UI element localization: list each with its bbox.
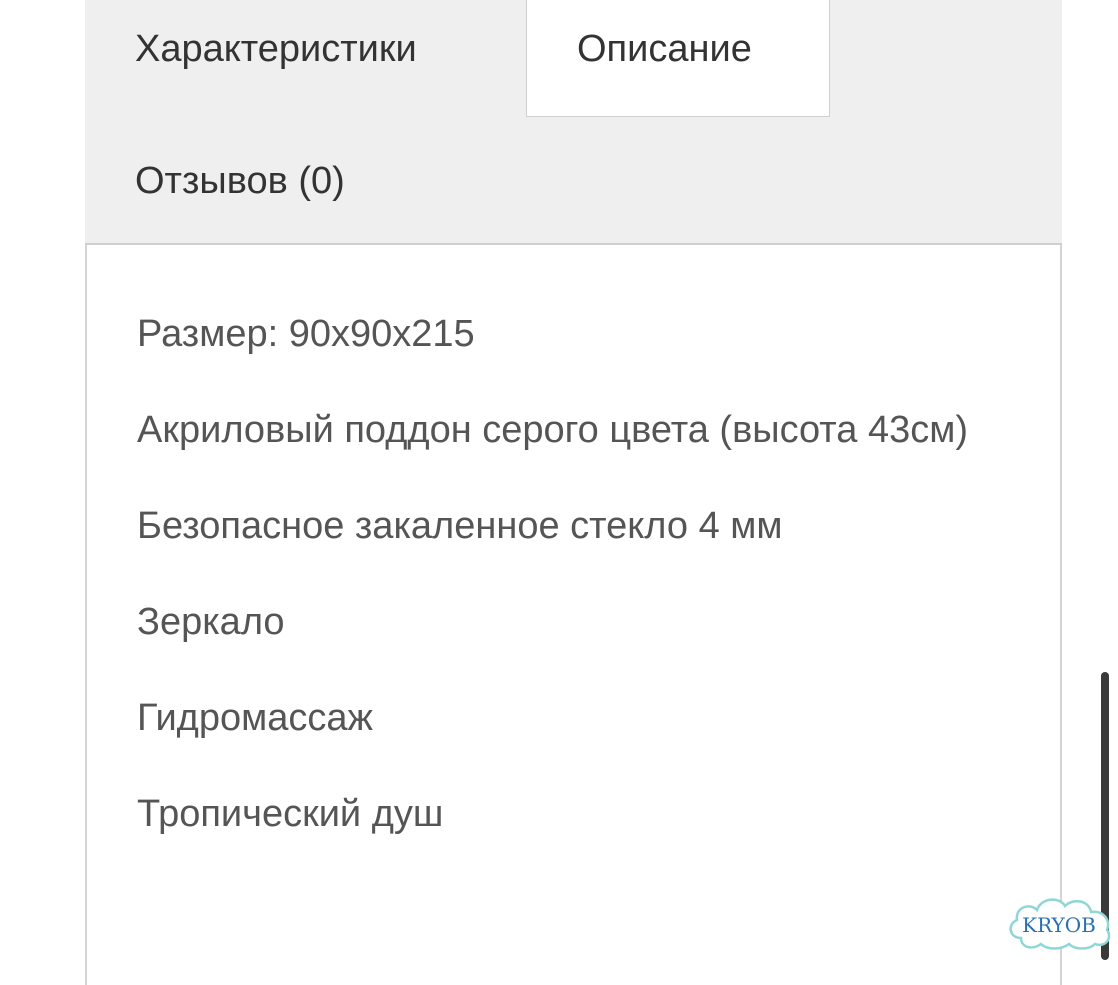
- tab-description-active[interactable]: Описание: [526, 0, 830, 117]
- tab-bar: Характеристики Описание Отзывов (0): [85, 0, 1062, 245]
- description-item-glass: Безопасное закаленное стекло 4 мм: [137, 505, 783, 547]
- description-panel: Размер: 90x90x215 Акриловый поддон серог…: [85, 245, 1062, 985]
- tab-description[interactable]: Описание: [577, 30, 752, 68]
- description-item-hydromassage: Гидромассаж: [137, 697, 373, 739]
- description-list: Размер: 90x90x215 Акриловый поддон серог…: [137, 303, 1017, 879]
- tab-characteristics[interactable]: Характеристики: [135, 30, 417, 68]
- watermark-text: KRYOB: [1022, 913, 1096, 937]
- kryob-watermark-logo: KRYOB: [1003, 892, 1115, 954]
- tab-reviews[interactable]: Отзывов (0): [135, 162, 345, 200]
- description-item-size: Размер: 90x90x215: [137, 313, 475, 355]
- description-item-mirror: Зеркало: [137, 601, 285, 643]
- description-item-tray: Акриловый поддон серого цвета (высота 43…: [137, 409, 969, 451]
- description-item-rain-shower: Тропический душ: [137, 793, 444, 835]
- cloud-logo-icon: KRYOB: [1009, 898, 1111, 950]
